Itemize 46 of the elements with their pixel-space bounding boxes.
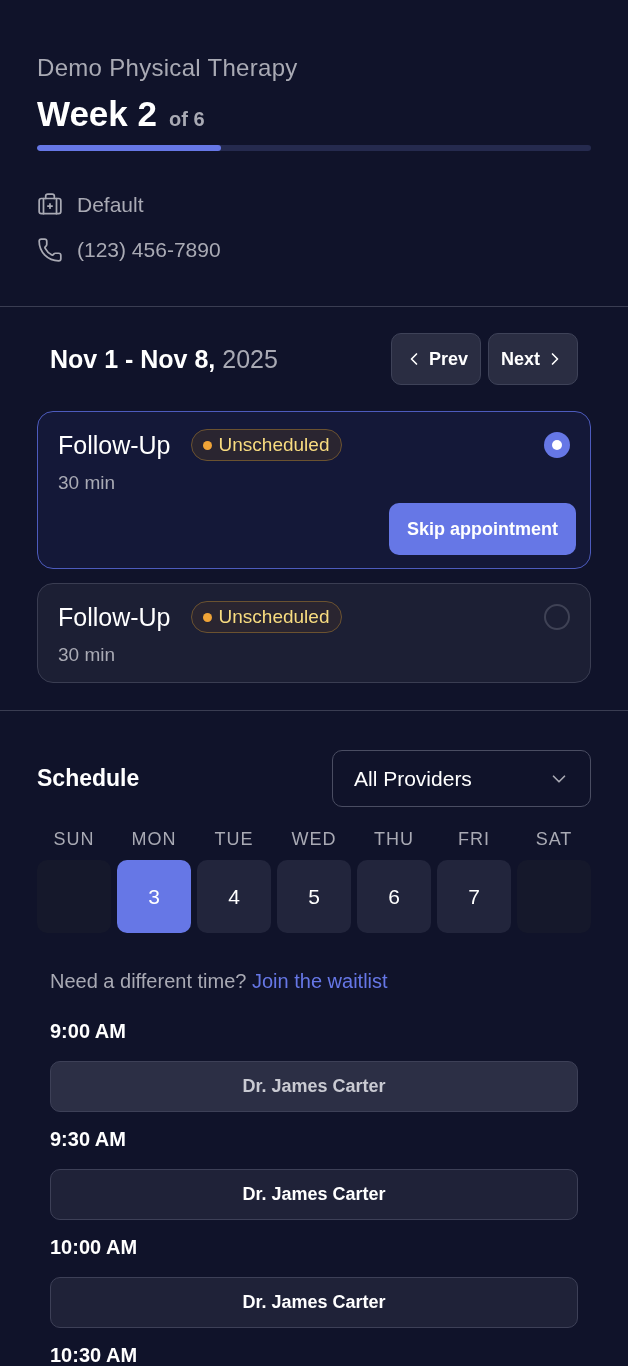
- provider-slot-button[interactable]: Dr. James Carter: [50, 1169, 578, 1220]
- appointment-card[interactable]: Follow-Up Unscheduled 30 min: [37, 583, 591, 683]
- date-tile[interactable]: 6: [357, 860, 431, 933]
- skip-appointment-button[interactable]: Skip appointment: [389, 503, 576, 555]
- radio-button[interactable]: [544, 432, 570, 458]
- weekday-label: THU: [373, 829, 415, 849]
- medical-kit-icon: [37, 192, 63, 218]
- prev-button[interactable]: Prev: [390, 333, 481, 385]
- phone-icon: [37, 237, 63, 263]
- provider-slot-button[interactable]: Dr. James Carter: [50, 1277, 578, 1328]
- status-badge: Unscheduled: [190, 601, 343, 633]
- appointment-card[interactable]: Follow-Up Unscheduled 30 min Skip appointment: [37, 411, 591, 569]
- weekday-label: TUE: [213, 829, 255, 849]
- appointment-title: Follow-Up: [58, 602, 171, 632]
- week-total: of 6: [169, 108, 205, 131]
- appointment-title: Follow-Up: [58, 430, 171, 460]
- appointment-duration: 30 min: [58, 644, 117, 666]
- weekday-label: SUN: [52, 829, 96, 849]
- slot-time: 10:30 AM: [50, 1345, 139, 1365]
- provider-slot-button[interactable]: Dr. James Carter: [50, 1061, 578, 1112]
- radio-button[interactable]: [544, 604, 570, 630]
- slot-time: 9:00 AM: [50, 1021, 127, 1041]
- date-range: Nov 1 - Nov 8, 2025: [50, 344, 278, 374]
- status-dot-icon: [202, 612, 212, 622]
- waitlist-prompt: Need a different time? Join the waitlist: [49, 969, 389, 993]
- next-button[interactable]: Next: [488, 333, 578, 385]
- weekday-label: SAT: [534, 829, 574, 849]
- weekday-label: MON: [130, 829, 178, 849]
- weekday-label: WED: [290, 829, 338, 849]
- detail-text: Default: [77, 193, 144, 217]
- schedule-title: Schedule: [37, 765, 140, 792]
- weekday-label: FRI: [457, 829, 491, 849]
- slot-time: 9:30 AM: [50, 1129, 127, 1149]
- date-tile[interactable]: 7: [437, 860, 511, 933]
- detail-text: (123) 456-7890: [77, 238, 221, 262]
- waitlist-link[interactable]: Join the waitlist: [252, 970, 388, 992]
- date-tile[interactable]: 3: [117, 860, 191, 933]
- provider-select[interactable]: All Providers: [332, 750, 591, 807]
- week-title: Week 2: [37, 94, 157, 134]
- date-tile[interactable]: 4: [197, 860, 271, 933]
- status-dot-icon: [202, 440, 212, 450]
- appointment-duration: 30 min: [58, 472, 117, 494]
- slot-time: 10:00 AM: [50, 1237, 139, 1257]
- date-tile[interactable]: 5: [277, 860, 351, 933]
- clinic-name: Demo Physical Therapy: [37, 54, 299, 82]
- status-badge: Unscheduled: [190, 429, 343, 461]
